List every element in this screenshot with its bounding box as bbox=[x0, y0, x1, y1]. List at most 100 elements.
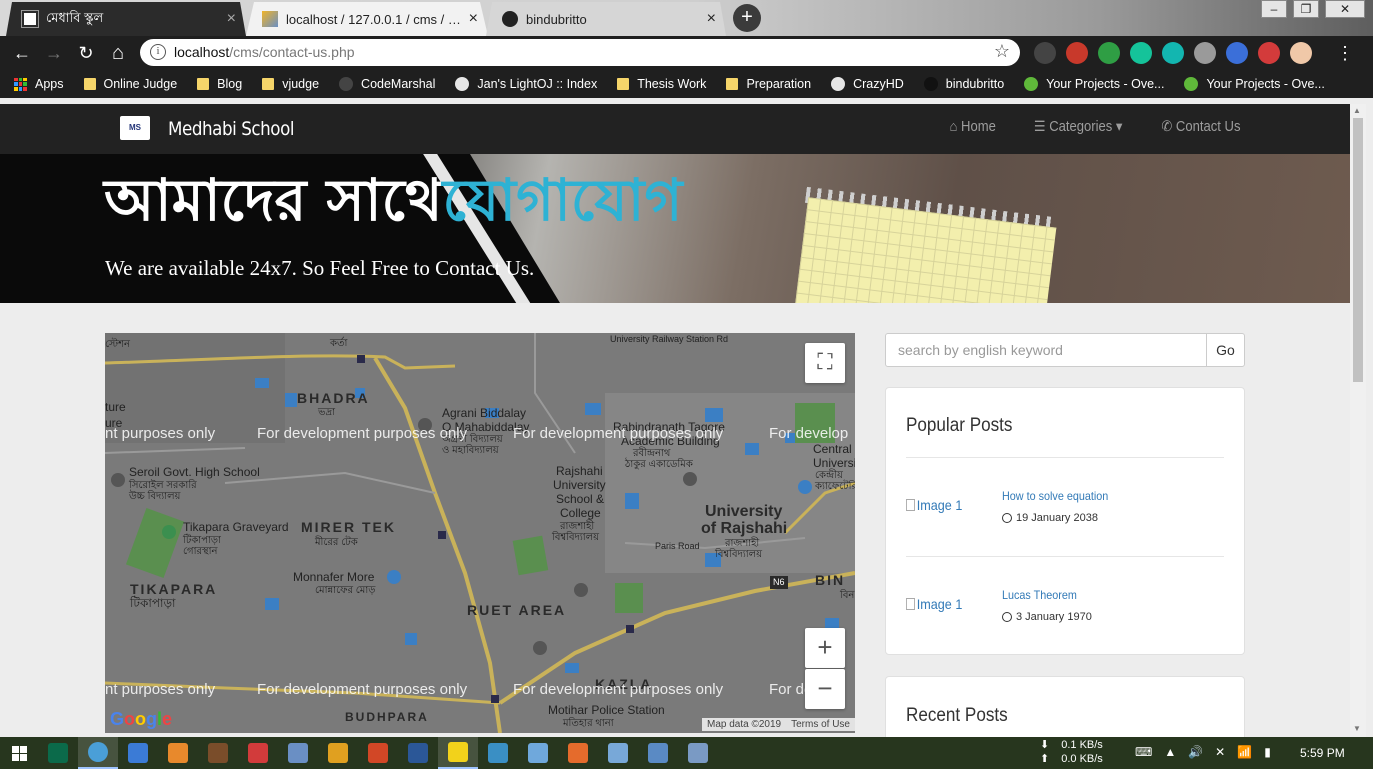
browser-extension-icon[interactable] bbox=[1226, 42, 1248, 64]
browser-extension-icon[interactable] bbox=[1162, 42, 1184, 64]
map-label: Tikapara Graveyard bbox=[183, 520, 289, 534]
folder-icon bbox=[726, 78, 739, 90]
url-text[interactable]: localhost/cms/contact-us.php bbox=[174, 44, 355, 60]
taskbar-app-icon[interactable] bbox=[518, 737, 558, 769]
bookmark-item[interactable]: bindubritto bbox=[923, 77, 1004, 91]
bookmark-item[interactable]: Jan's LightOJ :: Index bbox=[455, 77, 597, 91]
bookmark-item[interactable]: Blog bbox=[197, 77, 242, 91]
taskbar-app-icon[interactable] bbox=[278, 737, 318, 769]
bookmark-label: Jan's LightOJ :: Index bbox=[477, 77, 598, 91]
battery-icon[interactable]: ▮ bbox=[1264, 745, 1271, 759]
taskbar-app-icon[interactable] bbox=[38, 737, 78, 769]
scroll-down-icon[interactable]: ▼ bbox=[1353, 724, 1361, 733]
taskbar-app-icon[interactable] bbox=[198, 737, 238, 769]
maximize-button[interactable]: ❐ bbox=[1293, 0, 1319, 18]
browser-extension-icon[interactable] bbox=[1194, 42, 1216, 64]
taskbar-app-icon[interactable] bbox=[238, 737, 278, 769]
reload-icon[interactable]: ↻ bbox=[74, 41, 98, 65]
browser-extension-icon[interactable] bbox=[1290, 42, 1312, 64]
back-arrow-icon[interactable]: ← bbox=[10, 41, 34, 65]
browser-extension-icon[interactable] bbox=[1034, 42, 1056, 64]
folder-icon bbox=[197, 78, 210, 90]
browser-extension-icon[interactable] bbox=[1258, 42, 1280, 64]
bookmark-item[interactable]: Online Judge bbox=[83, 77, 177, 91]
taskbar-app-icon[interactable] bbox=[318, 737, 358, 769]
map-terms-link[interactable]: Terms of Use bbox=[791, 719, 850, 730]
url-host: localhost bbox=[174, 44, 230, 60]
bookmark-item[interactable]: Your Projects - Ove... bbox=[1024, 77, 1164, 91]
bookmark-item[interactable]: vjudge bbox=[262, 77, 319, 91]
site-brand[interactable]: Medhabi School bbox=[168, 118, 295, 140]
scroll-up-icon[interactable]: ▲ bbox=[1353, 106, 1361, 115]
windows-start-icon[interactable] bbox=[0, 737, 38, 769]
map-label-mirertek: MIRER TEK bbox=[301, 519, 396, 535]
forward-arrow-icon[interactable]: → bbox=[42, 41, 66, 65]
search-input[interactable] bbox=[885, 333, 1207, 367]
taskbar-app-icon[interactable] bbox=[558, 737, 598, 769]
tab-close-icon[interactable]: × bbox=[227, 10, 236, 28]
tab-close-icon[interactable]: × bbox=[707, 10, 716, 28]
post-title-link[interactable]: Lucas Theorem bbox=[1002, 588, 1077, 602]
browser-tab[interactable]: bindubritto × bbox=[486, 2, 726, 36]
map-label: School & bbox=[556, 492, 605, 506]
search-go-button[interactable]: Go bbox=[1206, 333, 1245, 367]
taskbar-app-icon[interactable] bbox=[678, 737, 718, 769]
google-map[interactable]: University Railway Station Rd স্টেশন কর্… bbox=[105, 333, 855, 733]
bookmark-item[interactable]: Thesis Work bbox=[617, 77, 706, 91]
address-bar[interactable]: i localhost/cms/contact-us.php ☆ bbox=[140, 39, 1020, 66]
map-label-bn: কর্তা bbox=[330, 338, 348, 349]
browser-extension-icon[interactable] bbox=[1066, 42, 1088, 64]
taskbar-app-icon[interactable] bbox=[398, 737, 438, 769]
taskbar-app-icon[interactable] bbox=[478, 737, 518, 769]
browser-extension-icon[interactable] bbox=[1098, 42, 1120, 64]
post-thumbnail[interactable]: Image 1 bbox=[906, 596, 963, 612]
close-window-button[interactable]: ✕ bbox=[1325, 0, 1365, 18]
bookmark-star-icon[interactable]: ☆ bbox=[994, 41, 1010, 62]
taskbar-clock[interactable]: 5:59 PM bbox=[1300, 746, 1345, 760]
taskbar-app-icon[interactable] bbox=[598, 737, 638, 769]
browser-tab[interactable]: মেধাবি স্কুল × bbox=[6, 2, 246, 36]
taskbar-app-icon[interactable] bbox=[158, 737, 198, 769]
minimize-button[interactable]: – bbox=[1261, 0, 1287, 18]
tray-expand-icon[interactable]: ▲ bbox=[1164, 745, 1176, 759]
system-tray: ⌨ ▲ 🔊 ✕ 📶 ▮ bbox=[1135, 745, 1271, 759]
signal-icon[interactable]: 📶 bbox=[1237, 745, 1252, 759]
keyboard-icon[interactable]: ⌨ bbox=[1135, 745, 1152, 759]
map-zoom-in-button[interactable]: + bbox=[805, 628, 845, 668]
taskbar-app-icon[interactable] bbox=[118, 737, 158, 769]
nav-home-link[interactable]: ⌂ Home bbox=[950, 119, 996, 135]
nav-contact-link[interactable]: ✆ Contact Us bbox=[1162, 119, 1241, 135]
page-scrollbar[interactable]: ▲ ▼ bbox=[1350, 104, 1366, 737]
taskbar-app-icon[interactable] bbox=[438, 737, 478, 769]
taskbar-app-icon[interactable] bbox=[638, 737, 678, 769]
browser-extension-icon[interactable] bbox=[1130, 42, 1152, 64]
nav-categories-dropdown[interactable]: ☰ Categories ▾ bbox=[1034, 119, 1123, 135]
volume-icon[interactable]: 🔊 bbox=[1188, 745, 1203, 759]
flag-icon[interactable]: ✕ bbox=[1215, 745, 1225, 759]
new-tab-button[interactable]: + bbox=[733, 4, 761, 32]
bookmark-item[interactable]: Your Projects - Ove... bbox=[1184, 77, 1325, 91]
taskbar-app-icon[interactable] bbox=[358, 737, 398, 769]
bookmark-label: Blog bbox=[217, 77, 243, 91]
bookmark-item[interactable]: CodeMarshal bbox=[339, 77, 435, 91]
site-navbar: MS Medhabi School ⌂ Home ☰ Categories ▾ ✆ Co… bbox=[0, 104, 1350, 154]
post-title-link[interactable]: How to solve equation bbox=[1002, 489, 1108, 503]
home-icon[interactable]: ⌂ bbox=[106, 41, 130, 65]
scrollbar-thumb[interactable] bbox=[1353, 118, 1363, 382]
bookmark-item[interactable]: Preparation bbox=[726, 77, 811, 91]
taskbar-app-icon[interactable] bbox=[78, 737, 118, 769]
phone-icon: ✆ bbox=[1161, 119, 1173, 135]
chrome-menu-icon[interactable]: ⋮ bbox=[1333, 41, 1357, 65]
site-info-icon[interactable]: i bbox=[150, 44, 166, 60]
browser-tab-active[interactable]: localhost / 127.0.0.1 / cms / posts × bbox=[246, 2, 488, 36]
bookmark-item[interactable]: Apps bbox=[14, 77, 64, 91]
google-logo[interactable]: Google bbox=[110, 709, 172, 730]
google-logo-letter: g bbox=[146, 709, 158, 729]
post-thumbnail[interactable]: Image 1 bbox=[906, 497, 963, 513]
site-logo[interactable]: MS bbox=[120, 116, 150, 140]
bookmark-item[interactable]: CrazyHD bbox=[831, 77, 904, 91]
map-zoom-out-button[interactable]: − bbox=[805, 669, 845, 709]
tab-close-icon[interactable]: × bbox=[469, 10, 478, 28]
map-data-credit: Map data ©2019 bbox=[707, 719, 782, 730]
map-fullscreen-button[interactable]: ⛶ bbox=[805, 343, 845, 383]
